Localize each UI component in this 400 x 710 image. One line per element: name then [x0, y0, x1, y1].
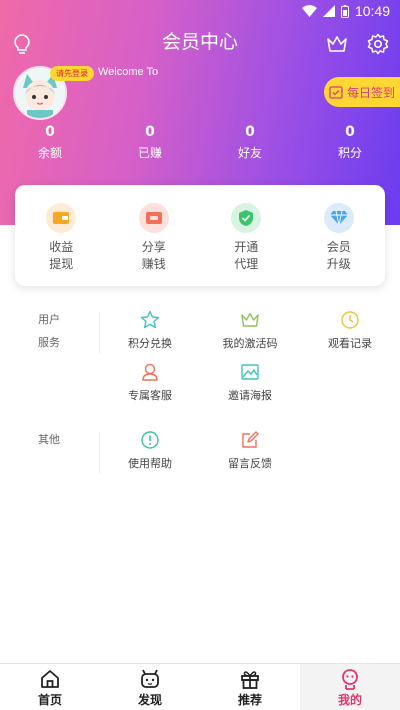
section-label: 用户 [38, 313, 60, 326]
wallet-icon [46, 203, 77, 233]
quick-action-share[interactable]: 分享 赚钱 [108, 185, 201, 286]
feedback-icon [242, 431, 259, 448]
item-label: 留言反馈 [228, 457, 272, 470]
stat-friends[interactable]: 0 好友 [200, 124, 300, 161]
clock-icon [341, 311, 359, 329]
gear-icon [367, 33, 389, 55]
tab-label: 首页 [37, 693, 62, 707]
item-label: 使用帮助 [128, 457, 172, 470]
diamond-icon [323, 203, 354, 233]
item-label: 专属客服 [128, 389, 172, 402]
login-prompt-badge[interactable]: 请先登录 [50, 66, 94, 81]
section-label: 服务 [38, 336, 60, 349]
user-support-icon [142, 363, 158, 381]
crown-icon [327, 36, 347, 52]
quick-action-line1: 会员 [326, 240, 351, 254]
daily-checkin-button[interactable]: 每日签到 [324, 77, 400, 107]
stat-label: 好友 [237, 146, 262, 160]
activation-code-item[interactable]: 我的激活码 [200, 310, 300, 351]
quick-actions-card: 收益 提现 分享 赚钱 开通 代理 会员 升级 [15, 185, 385, 286]
item-label: 我的激活码 [222, 337, 278, 350]
quick-action-line2: 赚钱 [141, 257, 166, 271]
stat-value: 0 [45, 124, 55, 140]
battery-icon [340, 4, 349, 18]
image-icon [241, 364, 259, 380]
shield-check-icon [231, 203, 262, 233]
tab-discover[interactable]: 发现 [100, 664, 200, 710]
quick-action-agent[interactable]: 开通 代理 [200, 185, 293, 286]
share-icon [138, 203, 169, 233]
quick-action-line2: 代理 [234, 257, 259, 271]
discover-icon [141, 669, 159, 688]
stat-earned[interactable]: 0 已赚 [100, 124, 200, 161]
star-icon [140, 310, 160, 329]
quick-action-withdraw[interactable]: 收益 提现 [15, 185, 108, 286]
tab-home[interactable]: 首页 [0, 664, 100, 710]
home-icon [41, 670, 59, 688]
daily-checkin-label: 每日签到 [346, 85, 395, 100]
stat-value: 0 [345, 124, 355, 140]
invite-poster-item[interactable]: 邀请海报 [200, 362, 300, 403]
bottom-tab-bar: 首页 发现 推荐 我的 [0, 663, 400, 710]
other-section: 其他 使用帮助 留言反馈 [0, 428, 400, 488]
customer-service-item[interactable]: 专属客服 [100, 362, 200, 403]
tab-mine[interactable]: 我的 [300, 664, 400, 710]
gift-icon [241, 671, 259, 689]
quick-action-line1: 收益 [49, 240, 74, 254]
help-icon [141, 431, 159, 449]
profile-icon [342, 669, 358, 690]
signal-icon [322, 5, 335, 17]
welcome-text: Welcome To [98, 66, 159, 78]
stat-value: 0 [145, 124, 155, 140]
crown-icon [241, 312, 259, 327]
watch-history-item[interactable]: 观看记录 [300, 310, 400, 351]
user-services-section: 用户 服务 积分兑换 我的激活码 观看记录 专属客服 邀请海报 [0, 308, 400, 418]
stat-balance[interactable]: 0 余额 [0, 124, 100, 161]
quick-action-line1: 分享 [141, 240, 166, 254]
vip-crown-button[interactable] [325, 32, 349, 56]
quick-action-line1: 开通 [234, 240, 259, 254]
top-bar: 会员中心 [0, 22, 400, 62]
stat-label: 余额 [37, 146, 62, 160]
item-label: 观看记录 [328, 337, 372, 350]
tab-label: 发现 [137, 693, 162, 707]
quick-action-line2: 升级 [326, 257, 351, 271]
stat-label: 已赚 [137, 146, 162, 160]
status-bar: 10:49 [0, 0, 400, 22]
quick-action-upgrade[interactable]: 会员 升级 [293, 185, 386, 286]
section-label: 其他 [38, 433, 60, 446]
stat-value: 0 [245, 124, 255, 140]
points-exchange-item[interactable]: 积分兑换 [100, 310, 200, 351]
feedback-item[interactable]: 留言反馈 [200, 430, 300, 471]
quick-action-line2: 提现 [49, 257, 74, 271]
tab-recommend[interactable]: 推荐 [200, 664, 300, 710]
calendar-check-icon [329, 86, 343, 99]
tab-label: 我的 [337, 693, 362, 707]
wifi-icon [301, 5, 317, 17]
settings-button[interactable] [366, 32, 390, 56]
stat-label: 积分 [337, 146, 362, 160]
status-time: 10:49 [354, 3, 390, 19]
tab-label: 推荐 [237, 693, 262, 707]
help-item[interactable]: 使用帮助 [100, 430, 200, 471]
stat-points[interactable]: 0 积分 [300, 124, 400, 161]
item-label: 积分兑换 [128, 337, 172, 350]
stats-row: 0 余额 0 已赚 0 好友 0 积分 [0, 124, 400, 161]
item-label: 邀请海报 [228, 389, 272, 402]
